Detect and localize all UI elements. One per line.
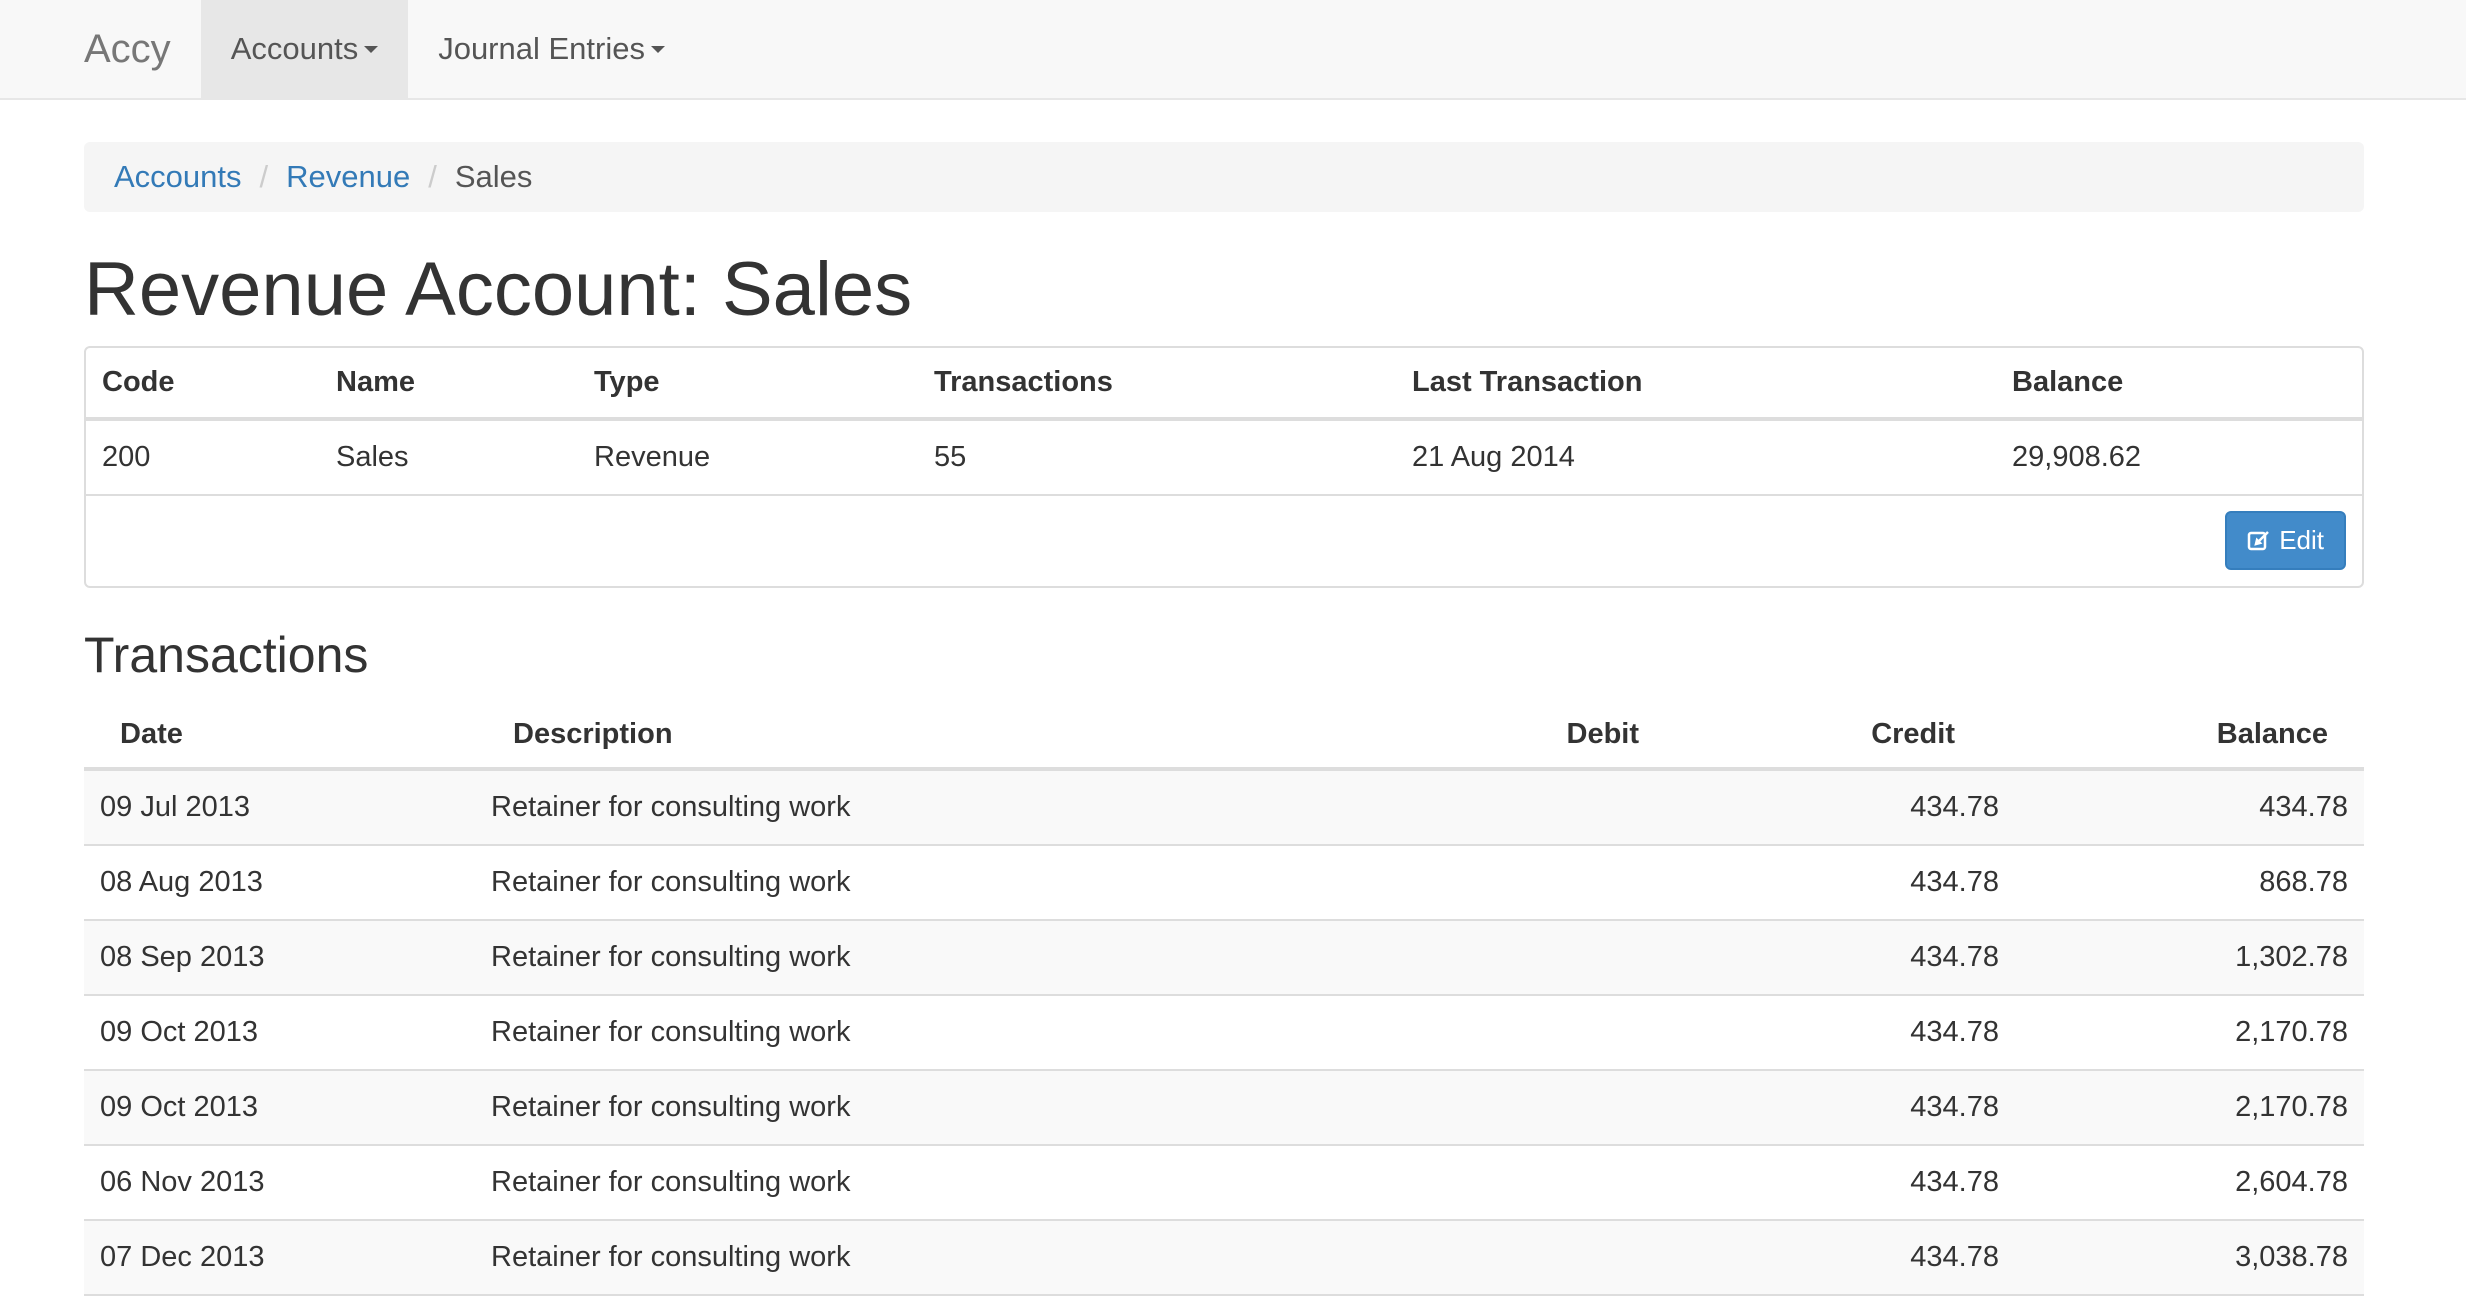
header-description: Description (475, 703, 1355, 771)
tx-date: 09 Oct 2013 (84, 994, 475, 1071)
tx-credit: 434.78 (1655, 919, 2015, 996)
tx-balance: 1,302.78 (2015, 919, 2364, 996)
summary-header-row: Code Name Type Transactions Last Transac… (86, 347, 2362, 421)
header-transactions: Transactions (918, 347, 1396, 421)
account-name: Sales (320, 418, 578, 496)
nav-accounts-dropdown[interactable]: Accounts (200, 0, 409, 98)
tx-description: Retainer for consulting work (475, 919, 1355, 996)
tx-description: Retainer for consulting work (475, 844, 1355, 921)
tx-credit: 434.78 (1655, 1144, 2015, 1221)
tx-balance: 3,038.78 (2015, 1219, 2364, 1296)
tx-credit: 434.78 (1655, 768, 2015, 846)
caret-down-icon (364, 45, 379, 53)
breadcrumb-accounts-link[interactable]: Accounts (114, 159, 242, 195)
transactions-heading: Transactions (84, 626, 369, 683)
tx-date: 07 Dec 2013 (84, 1219, 475, 1296)
account-transactions-count: 55 (918, 418, 1396, 496)
edit-button[interactable]: Edit (2225, 511, 2346, 571)
table-row: 07 Dec 2013 Retainer for consulting work… (84, 1219, 2364, 1296)
page-title: Revenue Account: Sales (84, 247, 913, 332)
edit-icon (2247, 530, 2270, 550)
account-type: Revenue (578, 418, 918, 496)
account-balance: 29,908.62 (1996, 418, 2362, 496)
tx-credit: 434.78 (1655, 844, 2015, 921)
tx-debit (1355, 1144, 1655, 1221)
tx-description: Retainer for consulting work (475, 1144, 1355, 1221)
tx-credit: 434.78 (1655, 1219, 2015, 1296)
header-credit: Credit (1655, 703, 2015, 771)
tx-date: 09 Jul 2013 (84, 768, 475, 846)
breadcrumb-separator: / (259, 159, 269, 194)
summary-row: 200 Sales Revenue 55 21 Aug 2014 29,908.… (86, 418, 2362, 496)
header-type: Type (578, 347, 918, 421)
account-summary-panel: Code Name Type Transactions Last Transac… (84, 345, 2364, 588)
table-row: 08 Sep 2013 Retainer for consulting work… (84, 919, 2364, 996)
edit-button-label: Edit (2279, 525, 2324, 556)
nav-accounts-label: Accounts (230, 31, 359, 66)
transactions-header-row: Date Description Debit Credit Balance (84, 703, 2364, 771)
table-row: 09 Jul 2013 Retainer for consulting work… (84, 768, 2364, 846)
brand-logo[interactable]: Accy (84, 0, 171, 98)
tx-debit (1355, 994, 1655, 1071)
tx-debit (1355, 1219, 1655, 1296)
summary-panel-footer: Edit (86, 496, 2362, 586)
header-tx-balance: Balance (2015, 703, 2364, 771)
header-debit: Debit (1355, 703, 1655, 771)
tx-description: Retainer for consulting work (475, 994, 1355, 1071)
tx-date: 08 Sep 2013 (84, 919, 475, 996)
tx-date: 06 Nov 2013 (84, 1144, 475, 1221)
tx-date: 09 Oct 2013 (84, 1069, 475, 1146)
breadcrumb-separator: / (428, 159, 437, 194)
breadcrumb-current: Sales (454, 159, 533, 194)
tx-debit (1355, 844, 1655, 921)
nav-journal-entries-label: Journal Entries (438, 31, 645, 66)
table-row: 06 Nov 2013 Retainer for consulting work… (84, 1144, 2364, 1221)
table-row: 08 Aug 2013 Retainer for consulting work… (84, 844, 2364, 921)
nav-journal-entries-dropdown[interactable]: Journal Entries (408, 0, 695, 98)
table-row: 09 Oct 2013 Retainer for consulting work… (84, 994, 2364, 1071)
tx-debit (1355, 919, 1655, 996)
tx-credit: 434.78 (1655, 1069, 2015, 1146)
table-row: 09 Oct 2013 Retainer for consulting work… (84, 1069, 2364, 1146)
account-code: 200 (86, 418, 320, 496)
header-name: Name (320, 347, 578, 421)
header-code: Code (86, 347, 320, 421)
tx-balance: 2,170.78 (2015, 994, 2364, 1071)
tx-description: Retainer for consulting work (475, 1069, 1355, 1146)
breadcrumb-revenue-link[interactable]: Revenue (286, 159, 410, 195)
caret-down-icon (650, 45, 665, 53)
tx-credit: 434.78 (1655, 994, 2015, 1071)
header-date: Date (84, 703, 475, 771)
account-last-transaction: 21 Aug 2014 (1396, 418, 1996, 496)
tx-balance: 868.78 (2015, 844, 2364, 921)
tx-debit (1355, 768, 1655, 846)
header-last-transaction: Last Transaction (1396, 347, 1996, 421)
transactions-table: Date Description Debit Credit Balance 09… (84, 703, 2364, 1296)
account-summary-table: Code Name Type Transactions Last Transac… (86, 347, 2362, 496)
tx-balance: 2,604.78 (2015, 1144, 2364, 1221)
tx-balance: 2,170.78 (2015, 1069, 2364, 1146)
tx-debit (1355, 1069, 1655, 1146)
header-balance: Balance (1996, 347, 2362, 421)
tx-description: Retainer for consulting work (475, 1219, 1355, 1296)
tx-description: Retainer for consulting work (475, 768, 1355, 846)
main-container: Accounts / Revenue / Sales Revenue Accou… (84, 142, 2364, 1296)
tx-balance: 434.78 (2015, 768, 2364, 846)
navbar: Accy Accounts Journal Entries (0, 0, 2466, 100)
tx-date: 08 Aug 2013 (84, 844, 475, 921)
breadcrumb: Accounts / Revenue / Sales (84, 142, 2364, 212)
